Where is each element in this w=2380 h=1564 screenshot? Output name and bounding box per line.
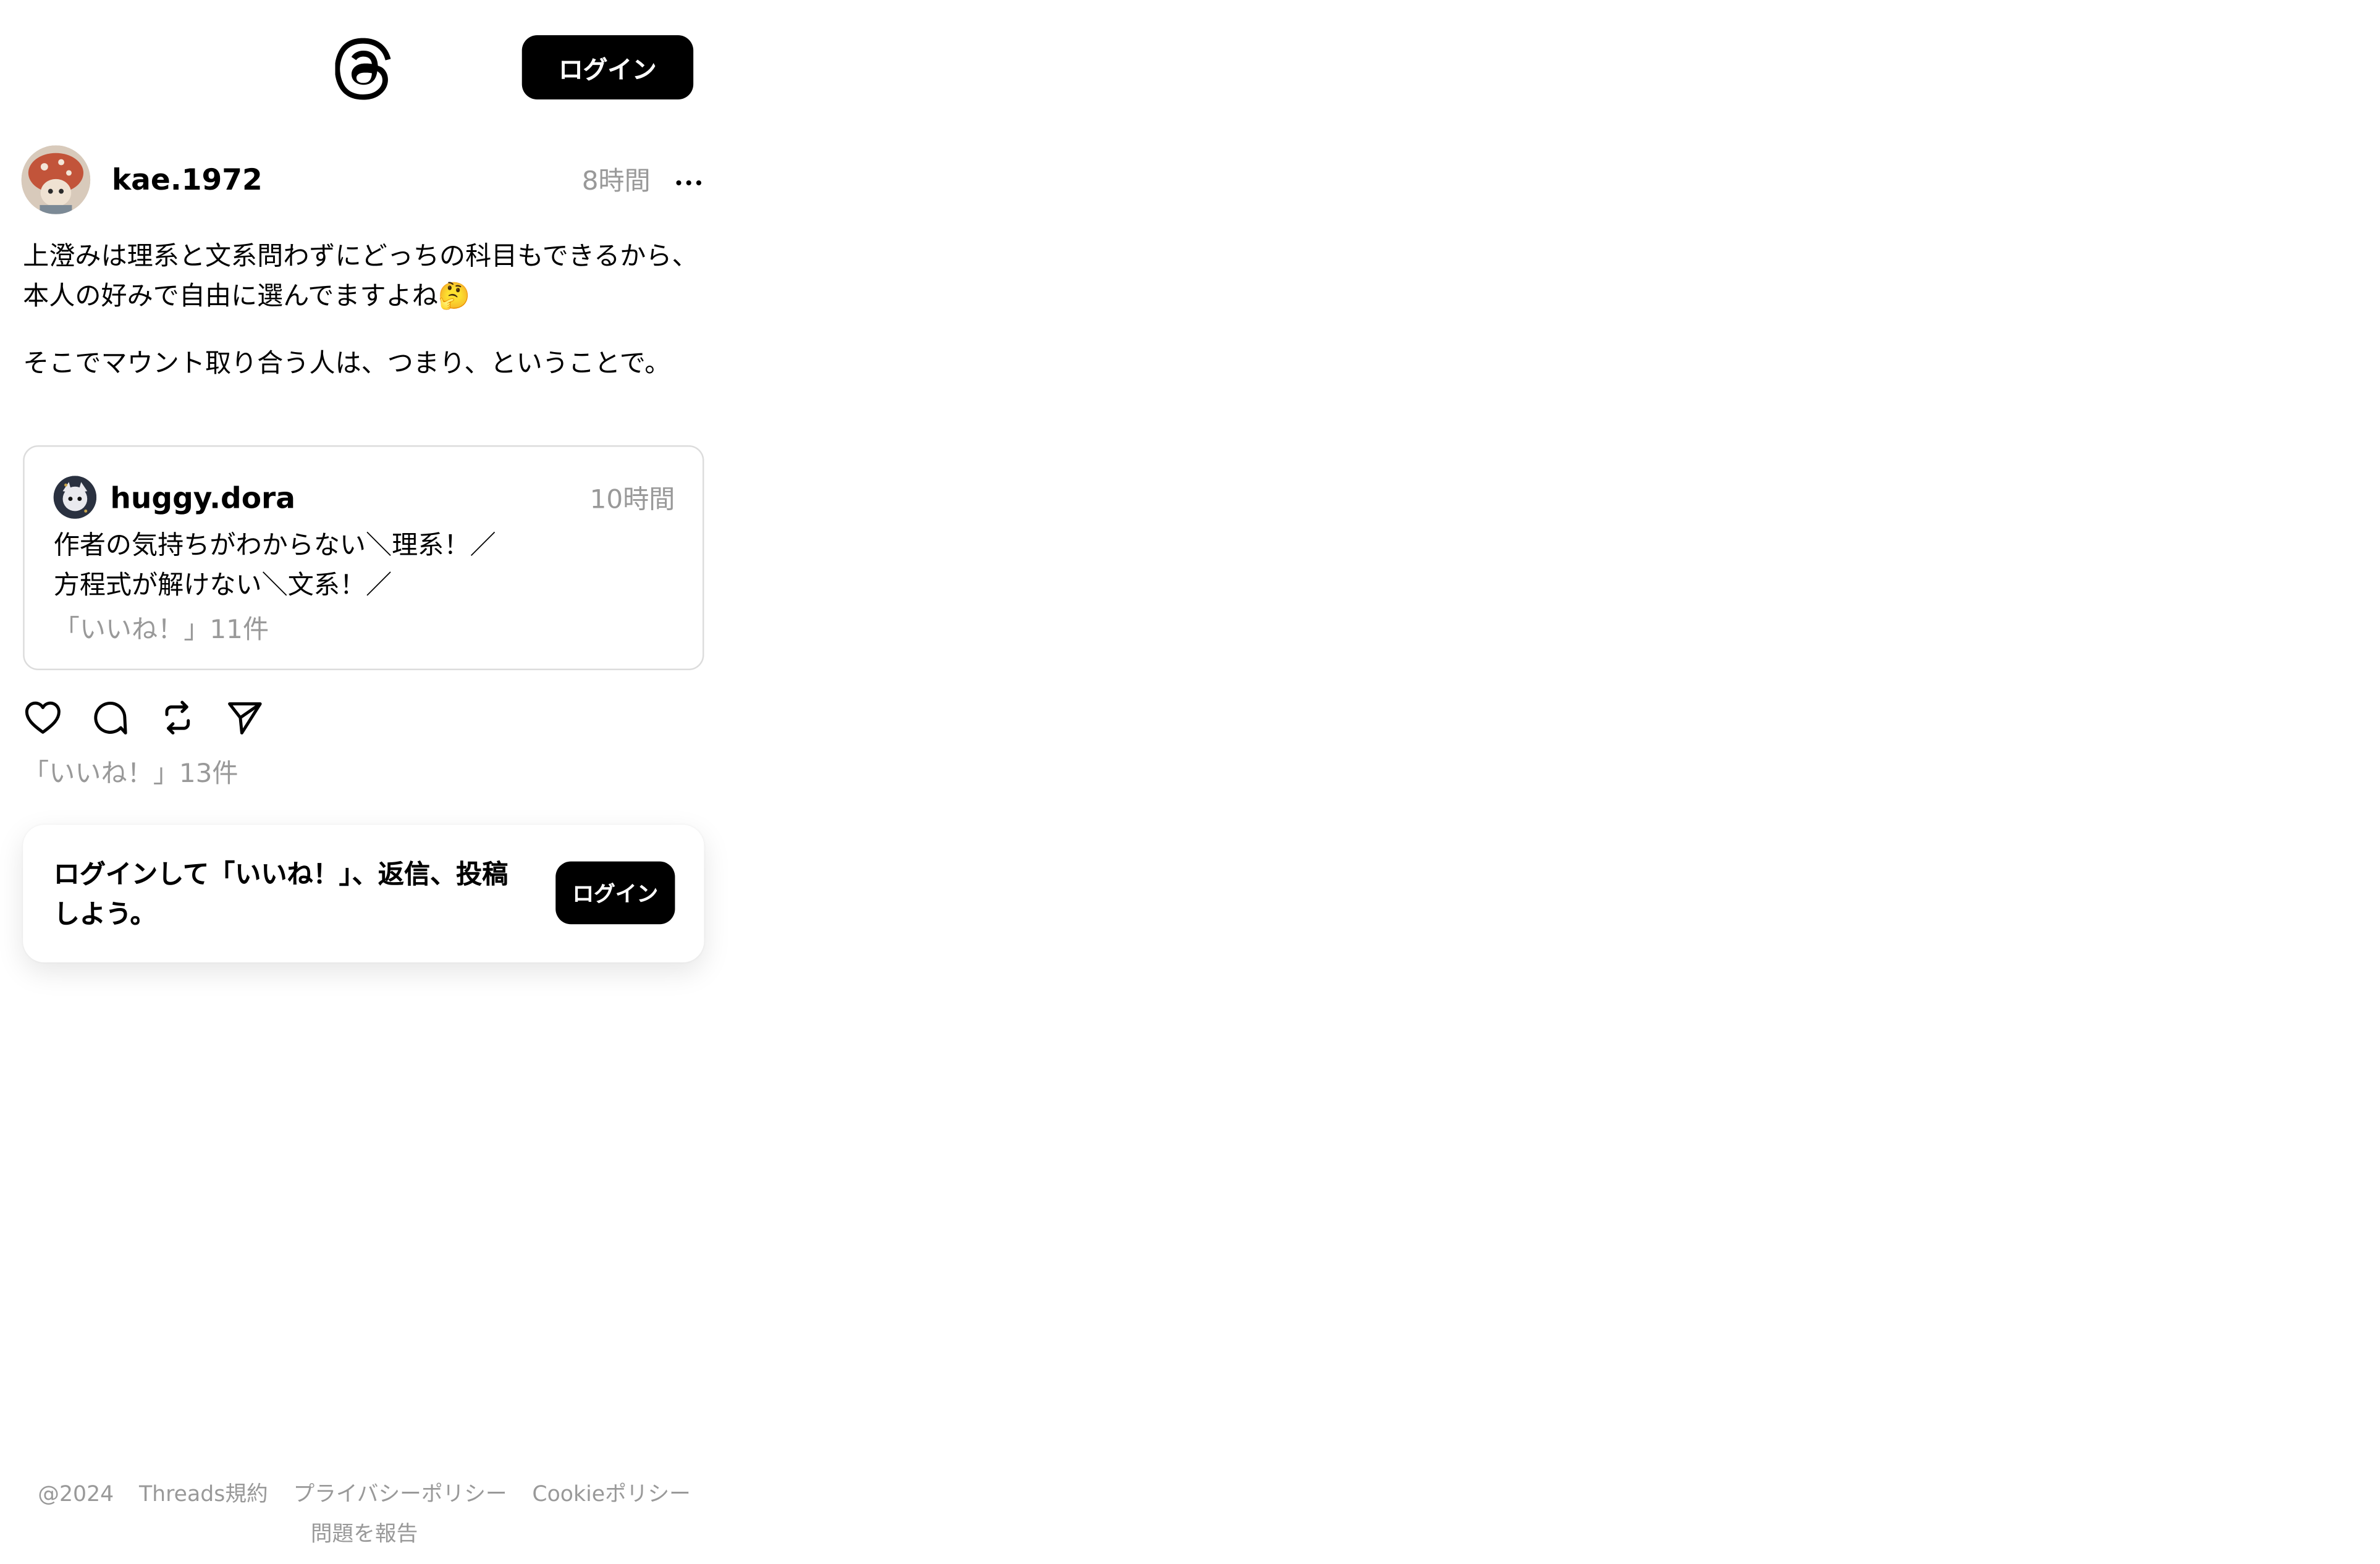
post-timestamp[interactable]: 8時間 <box>567 161 651 203</box>
quote-line: 方程式が解けない＼文系！／ <box>53 570 392 602</box>
footer-links: @2024 Threads規約 プライバシーポリシー Cookieポリシー <box>0 1479 728 1510</box>
avatar[interactable] <box>21 145 91 214</box>
threads-logo-icon[interactable] <box>334 36 394 101</box>
footer-report: 問題を報告 <box>0 1520 728 1550</box>
login-prompt-text: ログインして「いいね！」、返信、投稿しよう。 <box>53 860 508 931</box>
share-icon[interactable] <box>225 698 264 738</box>
more-dots-icon[interactable] <box>672 168 705 196</box>
quote-like-count: 「いいね！」11件 <box>53 615 269 646</box>
footer-copyright: @2024 <box>38 1482 114 1508</box>
quote-timestamp[interactable]: 10時間 <box>567 479 675 521</box>
footer-terms-link[interactable]: Threads規約 <box>139 1482 268 1507</box>
post-username[interactable]: kae.1972 <box>112 159 263 202</box>
footer-privacy-link[interactable]: プライバシーポリシー <box>293 1482 507 1507</box>
heart-icon[interactable] <box>23 698 62 738</box>
quote-username[interactable]: huggy.dora <box>110 477 295 520</box>
like-count[interactable]: 「いいね！」13件 <box>23 754 238 794</box>
quote-text: 作者の気持ちがわからない＼理系！／ 方程式が解けない＼文系！／ <box>54 526 682 606</box>
login-button[interactable]: ログイン <box>521 35 694 100</box>
quote-avatar[interactable] <box>53 476 97 519</box>
post-paragraph: 上澄みは理系と文系問わずにどっちの科目もできるから、本人の好みで自由に選んでます… <box>23 242 698 313</box>
report-problem-link[interactable]: 問題を報告 <box>311 1523 418 1547</box>
footer-cookie-link[interactable]: Cookieポリシー <box>532 1482 690 1507</box>
quote-line: 作者の気持ちがわからない＼理系！／ <box>53 531 496 562</box>
page: ログイン kae.1972 8時間 上澄みは理系と文系問わずにどっちの科目もでき… <box>0 0 2380 1564</box>
repost-icon[interactable] <box>158 698 197 738</box>
post-paragraph: そこでマウント取り合う人は、つまり、ということで。 <box>23 348 671 380</box>
login-prompt-button[interactable]: ログイン <box>555 861 675 925</box>
comment-icon[interactable] <box>90 698 130 738</box>
